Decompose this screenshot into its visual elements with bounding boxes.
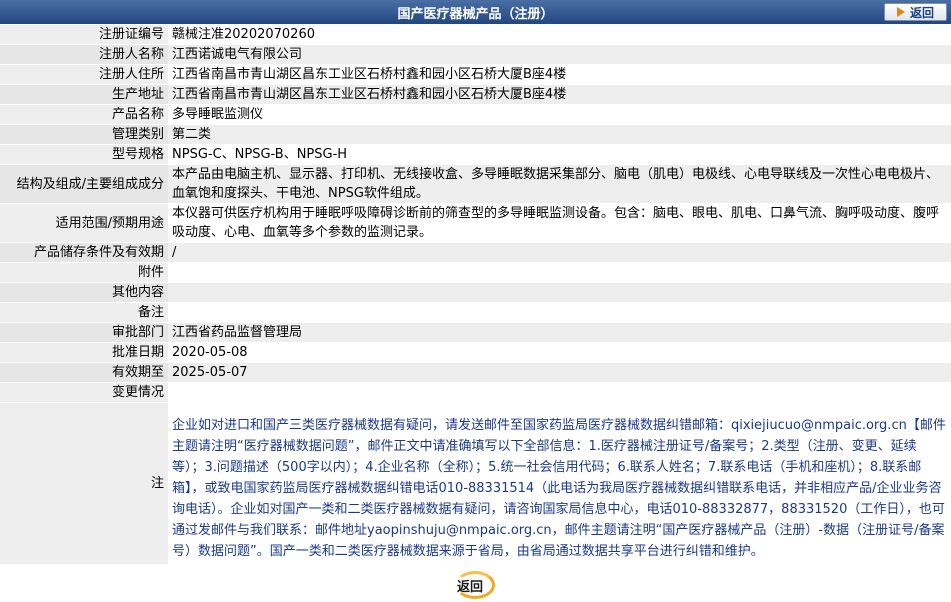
table-row: 其他内容 [0, 282, 951, 303]
table-row: 产品储存条件及有效期 / [0, 242, 951, 263]
table-row: 批准日期 2020-05-08 [0, 342, 951, 363]
field-value [168, 262, 951, 283]
page-title-bar: 国产医疗器械产品（注册） 返回 [0, 0, 951, 24]
field-value: 多导睡眠监测仪 [168, 104, 951, 125]
field-value: 本仪器可供医疗机构用于睡眠呼吸障碍诊断前的筛查型的多导睡眠监测设备。包含：脑电、… [168, 203, 951, 243]
field-label: 备注 [0, 302, 168, 323]
field-label: 结构及组成/主要组成成分 [0, 164, 168, 204]
field-value: 2025-05-07 [168, 362, 951, 383]
field-value: 江西诺诚电气有限公司 [168, 44, 951, 65]
note-text: 企业如对进口和国产三类医疗器械数据有疑问，请发送邮件至国家药监局医疗器械数据纠错… [168, 402, 951, 565]
field-label: 适用范围/预期用途 [0, 203, 168, 243]
field-label: 附件 [0, 262, 168, 283]
field-label: 管理类别 [0, 124, 168, 145]
detail-table: 注册证编号 赣械注准20202070260 注册人名称 江西诺诚电气有限公司 注册人住所… [0, 25, 951, 565]
table-row: 结构及组成/主要组成成分 本产品由电脑主机、显示器、打印机、无线接收盒、多导睡眠数… [0, 164, 951, 204]
back-button-bottom[interactable]: 返回 [447, 570, 497, 600]
field-label: 其他内容 [0, 282, 168, 303]
field-value: 赣械注准20202070260 [168, 25, 951, 45]
field-label: 产品名称 [0, 104, 168, 125]
table-row: 适用范围/预期用途 本仪器可供医疗机构用于睡眠呼吸障碍诊断前的筛查型的多导睡眠监测… [0, 203, 951, 243]
field-value: NPSG-C、NPSG-B、NPSG-H [168, 144, 951, 165]
table-row: 注册证编号 赣械注准20202070260 [0, 25, 951, 45]
field-value: / [168, 242, 951, 263]
table-row: 注册人名称 江西诺诚电气有限公司 [0, 44, 951, 65]
page-title: 国产医疗器械产品（注册） [397, 6, 554, 22]
field-value: 2020-05-08 [168, 342, 951, 363]
table-row: 备注 [0, 302, 951, 323]
back-button-label: 返回 [909, 5, 934, 20]
field-label: 有效期至 [0, 362, 168, 383]
note-row: 注企业如对进口和国产三类医疗器械数据有疑问，请发送邮件至国家药监局医疗器械数据纠… [0, 402, 951, 565]
field-value [168, 302, 951, 323]
table-row: 产品名称 多导睡眠监测仪 [0, 104, 951, 125]
field-value: 江西省南昌市青山湖区昌东工业区石桥村鑫和园小区石桥大厦B座4楼 [168, 84, 951, 105]
table-row: 审批部门 江西省药品监督管理局 [0, 322, 951, 343]
table-row: 有效期至 2025-05-07 [0, 362, 951, 383]
field-label: 注册人名称 [0, 44, 168, 65]
field-label: 型号规格 [0, 144, 168, 165]
field-label: 批准日期 [0, 342, 168, 363]
field-label: 生产地址 [0, 84, 168, 105]
field-label: 注册证编号 [0, 25, 168, 45]
field-label: 审批部门 [0, 322, 168, 343]
table-row: 型号规格 NPSG-C、NPSG-B、NPSG-H [0, 144, 951, 165]
field-label: 产品储存条件及有效期 [0, 242, 168, 263]
field-label: 变更情况 [0, 382, 168, 403]
arrow-right-icon [896, 7, 905, 17]
back-button-label: 返回 [456, 579, 483, 595]
field-label: 注册人住所 [0, 64, 168, 85]
table-row: 管理类别 第二类 [0, 124, 951, 145]
field-value [168, 382, 951, 403]
table-row: 生产地址 江西省南昌市青山湖区昌东工业区石桥村鑫和园小区石桥大厦B座4楼 [0, 84, 951, 105]
back-button-top[interactable]: 返回 [884, 3, 947, 21]
table-row: 注册人住所 江西省南昌市青山湖区昌东工业区石桥村鑫和园小区石桥大厦B座4楼 [0, 64, 951, 85]
table-row: 附件 [0, 262, 951, 283]
field-value: 江西省南昌市青山湖区昌东工业区石桥村鑫和园小区石桥大厦B座4楼 [168, 64, 951, 85]
table-row: 变更情况 [0, 382, 951, 403]
field-value: 第二类 [168, 124, 951, 145]
field-value: 江西省药品监督管理局 [168, 322, 951, 343]
note-label: 注 [0, 402, 168, 565]
field-value: 本产品由电脑主机、显示器、打印机、无线接收盒、多导睡眠数据采集部分、脑电（肌电）… [168, 164, 951, 204]
field-value [168, 282, 951, 303]
